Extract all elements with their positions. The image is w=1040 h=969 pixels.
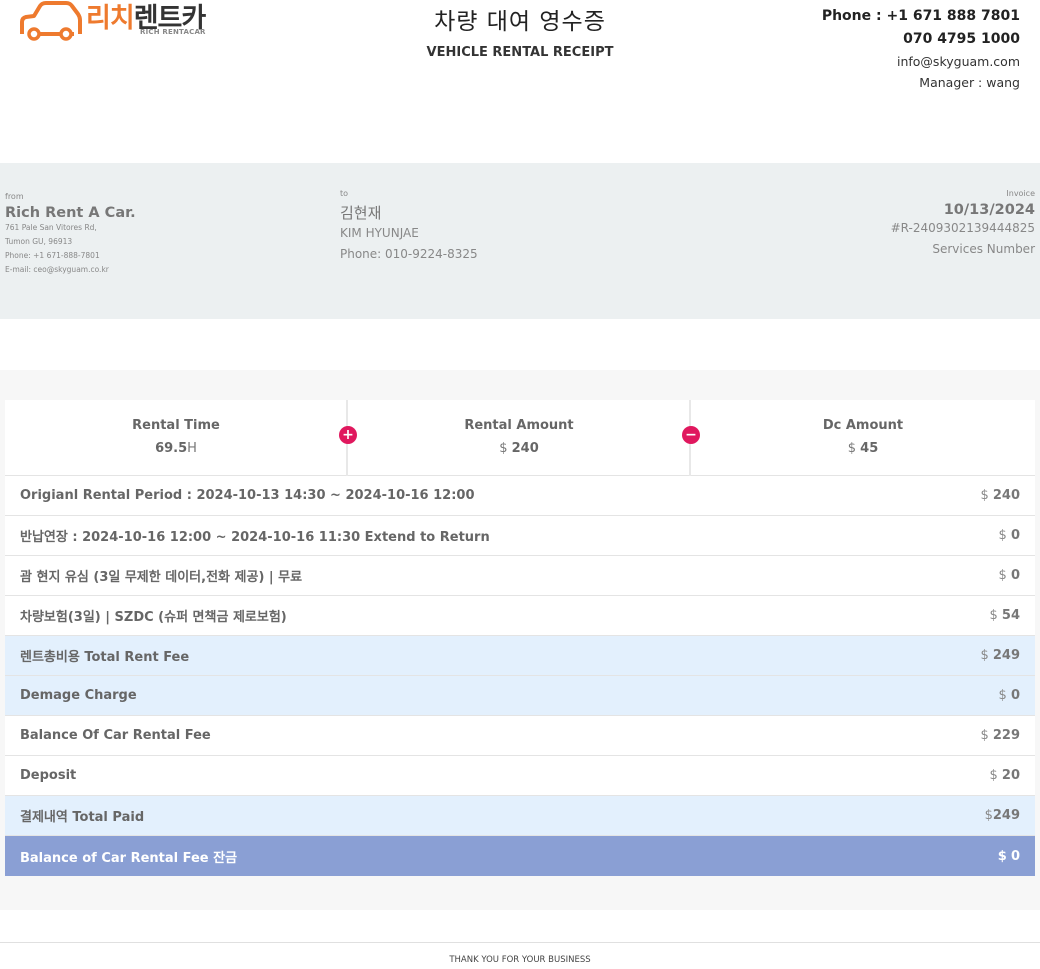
rental-amount-label: Rental Amount: [464, 418, 574, 433]
contact-manager: Manager : wang: [919, 75, 1020, 90]
line-items: Origianl Rental Period : 2024-10-13 14:3…: [5, 476, 1035, 876]
line-item-remaining-balance: Balance of Car Rental Fee 잔금 $ 0: [5, 836, 1035, 876]
line-item-return-extension: 반납연장 : 2024-10-16 12:00 ~ 2024-10-16 11:…: [5, 516, 1035, 556]
footer-divider: [0, 942, 1040, 943]
from-company-name: Rich Rent A Car.: [5, 205, 136, 221]
to-phone: Phone: 010-9224-8325: [340, 247, 478, 261]
rental-amount-cell: Rental Amount $ 240: [348, 400, 690, 476]
contact-phone-2: 070 4795 1000: [903, 31, 1020, 47]
line-item-total-paid: 결제내역 Total Paid $249: [5, 796, 1035, 836]
from-block: from Rich Rent A Car. 761 Pale San Vitor…: [5, 192, 136, 277]
receipt-header: 리치렌트카 RICH RENTACAR 차량 대여 영수증 VEHICLE RE…: [0, 0, 1040, 120]
line-item-original-rental: Origianl Rental Period : 2024-10-13 14:3…: [5, 476, 1035, 516]
line-item-insurance: 차량보험(3일) | SZDC (슈퍼 면책금 제로보험) $ 54: [5, 596, 1035, 636]
services-number-label: Services Number: [932, 242, 1035, 256]
to-name-korean: 김현재: [340, 204, 382, 222]
to-name-english: KIM HYUNJAE: [340, 226, 419, 240]
line-item-balance: Balance Of Car Rental Fee $ 229: [5, 716, 1035, 756]
contact-info: Phone : +1 671 888 7801 070 4795 1000 in…: [822, 5, 1020, 93]
from-address-1: 761 Pale San Vitores Rd,: [5, 223, 97, 232]
invoice-date: 10/13/2024: [943, 202, 1035, 218]
rental-time-value: 69.5H: [155, 441, 197, 456]
rental-time-label: Rental Time: [132, 418, 220, 433]
contact-phone: Phone : +1 671 888 7801: [821, 8, 1020, 24]
line-item-damage-charge: Demage Charge $ 0: [5, 676, 1035, 716]
contact-email: info@skyguam.com: [896, 54, 1020, 69]
line-item-total-rent-fee: 렌트총비용 Total Rent Fee $ 249: [5, 636, 1035, 676]
line-item-usim: 괌 현지 유심 (3일 무제한 데이터,전화 제공) | 무료 $ 0: [5, 556, 1035, 596]
to-block: to 김현재 KIM HYUNJAE Phone: 010-9224-8325: [340, 189, 478, 265]
from-email: E-mail: ceo@skyguam.co.kr: [5, 265, 109, 274]
rental-amount-value: $ 240: [499, 441, 539, 456]
invoice-label: Invoice: [1006, 189, 1035, 198]
from-label: from: [5, 192, 24, 201]
invoice-number: #R-2409302139444825: [890, 221, 1035, 235]
dc-amount-label: Dc Amount: [822, 418, 904, 433]
to-label: to: [340, 189, 349, 198]
footer-thank-you: THANK YOU FOR YOUR BUSINESS: [449, 955, 591, 965]
rental-time-cell: Rental Time 69.5H: [5, 400, 347, 476]
receipt-body: Rental Time 69.5H + Rental Amount $ 240 …: [0, 370, 1040, 910]
dc-amount-value: $ 45: [847, 441, 879, 456]
rental-summary: Rental Time 69.5H + Rental Amount $ 240 …: [5, 400, 1035, 476]
line-item-deposit: Deposit $ 20: [5, 756, 1035, 796]
from-phone: Phone: +1 671-888-7801: [5, 251, 100, 260]
party-info-band: from Rich Rent A Car. 761 Pale San Vitor…: [0, 163, 1040, 319]
from-address-2: Tumon GU, 96913: [5, 237, 73, 246]
dc-amount-cell: Dc Amount $ 45: [691, 400, 1035, 476]
invoice-block: Invoice 10/13/2024 #R-2409302139444825 S…: [891, 189, 1035, 260]
